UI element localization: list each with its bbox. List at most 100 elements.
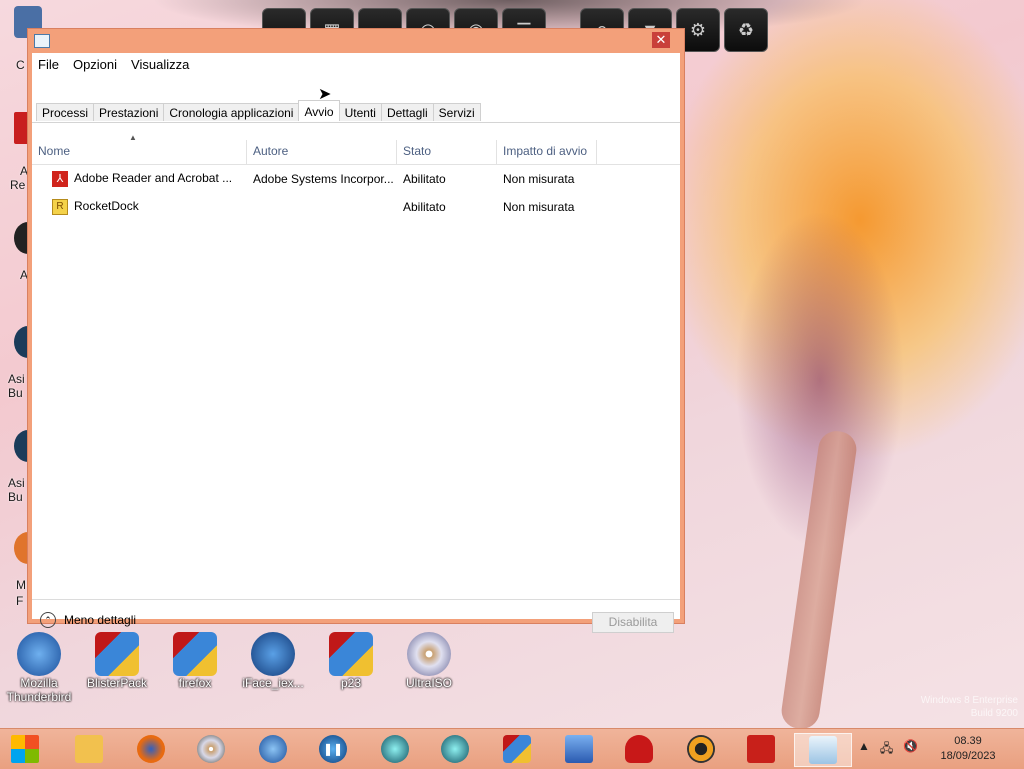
task-manager-content: File Opzioni Visualizza Processi Prestaz… bbox=[32, 53, 680, 633]
mouse-cursor-icon: ➤ bbox=[318, 86, 332, 103]
tab-users[interactable]: Utenti bbox=[338, 103, 382, 121]
task-manager-window: ✕ File Opzioni Visualizza Processi Prest… bbox=[27, 28, 685, 633]
adobe-icon: ⅄ bbox=[52, 171, 68, 187]
desktop-label-partial: Asi bbox=[8, 372, 25, 386]
desktop-icon-label: iFace_iex... bbox=[242, 676, 304, 690]
row-name: RocketDock bbox=[74, 199, 139, 214]
menu-view[interactable]: Visualizza bbox=[131, 57, 189, 72]
globe-icon bbox=[381, 735, 409, 763]
desktop-icon-iface[interactable]: iFace_iex... bbox=[238, 632, 308, 690]
row-name: Adobe Reader and Acrobat ... bbox=[74, 171, 233, 186]
globe-icon bbox=[251, 632, 295, 676]
triangle-app-icon bbox=[687, 735, 715, 763]
column-impact[interactable]: Impatto di avvio bbox=[497, 140, 597, 164]
windows-stack-icon bbox=[565, 735, 593, 763]
volume-muted-icon[interactable]: 🔇 bbox=[903, 739, 918, 760]
watermark-line: Build 9200 bbox=[970, 708, 1018, 719]
close-button[interactable]: ✕ bbox=[652, 32, 670, 48]
taskbar-thunderbird[interactable] bbox=[256, 733, 290, 765]
taskbar-blisterpack[interactable] bbox=[500, 733, 534, 765]
tab-performance[interactable]: Prestazioni bbox=[93, 103, 165, 121]
menu-file[interactable]: File bbox=[38, 57, 59, 72]
table-row[interactable]: R RocketDock Abilitato Non misurata bbox=[32, 194, 680, 220]
globe-icon bbox=[441, 735, 469, 763]
desktop-icon-firefox[interactable]: firefox bbox=[160, 632, 230, 690]
taskbar-dvd[interactable] bbox=[194, 733, 228, 765]
firefox-icon bbox=[137, 735, 165, 763]
desktop-icon-p23[interactable]: p23 bbox=[316, 632, 386, 690]
desktop-icon-label: BlisterPack bbox=[86, 676, 148, 690]
column-author[interactable]: Autore bbox=[247, 140, 397, 164]
chevron-up-icon: ⌃ bbox=[40, 612, 56, 628]
windows-logo-icon bbox=[11, 735, 39, 763]
tab-app-history[interactable]: Cronologia applicazioni bbox=[163, 103, 300, 121]
folder-icon bbox=[75, 735, 103, 763]
taskbar-explorer[interactable] bbox=[72, 733, 106, 765]
desktop-label-partial: Asi bbox=[8, 476, 25, 490]
system-tray: ▲ 🖧 🔇 bbox=[858, 739, 918, 760]
row-status: Abilitato bbox=[403, 200, 446, 214]
desktop-label-partial: F bbox=[16, 594, 24, 608]
tab-processes[interactable]: Processi bbox=[36, 103, 95, 121]
clock-date: 18/09/2023 bbox=[940, 750, 996, 762]
desktop-label-partial: Bu bbox=[8, 490, 23, 504]
desktop-icon-label: Mozilla Thunderbird bbox=[6, 676, 72, 704]
tab-divider bbox=[32, 122, 680, 123]
task-manager-icon bbox=[809, 736, 837, 764]
sort-ascending-icon: ▲ bbox=[129, 133, 137, 142]
desktop-label-partial: Re bbox=[10, 178, 26, 192]
network-icon[interactable]: 🖧 bbox=[880, 739, 893, 760]
less-details-button[interactable]: ⌃ Meno dettagli bbox=[40, 612, 136, 628]
taskbar-task-manager[interactable] bbox=[794, 733, 852, 767]
desktop-icon-thunderbird[interactable]: Mozilla Thunderbird bbox=[4, 632, 74, 704]
title-bar[interactable]: ✕ bbox=[28, 29, 684, 55]
row-impact: Non misurata bbox=[503, 200, 575, 214]
tab-services[interactable]: Servizi bbox=[432, 103, 481, 121]
tab-strip: Processi Prestazioni Cronologia applicaz… bbox=[36, 100, 481, 123]
rocketdock-icon: R bbox=[52, 199, 68, 215]
row-author: Adobe Systems Incorpor... bbox=[253, 172, 394, 186]
thunderbird-icon bbox=[17, 632, 61, 676]
clock-time: 08.39 bbox=[954, 735, 982, 747]
disable-button[interactable]: Disabilita bbox=[592, 612, 674, 633]
show-hidden-icons-icon[interactable]: ▲ bbox=[858, 739, 870, 760]
desktop-icon-blisterpack[interactable]: BlisterPack bbox=[82, 632, 152, 690]
taskbar-firefox[interactable] bbox=[134, 733, 168, 765]
menu-options[interactable]: Opzioni bbox=[73, 57, 117, 72]
column-header-row: ▲ Nome Autore Stato Impatto di avvio bbox=[32, 133, 680, 165]
desktop-label-partial: Bu bbox=[8, 386, 23, 400]
dock-recycle-icon[interactable]: ♻ bbox=[724, 8, 768, 52]
redhat-icon bbox=[625, 735, 653, 763]
start-button[interactable] bbox=[8, 733, 42, 765]
taskbar-windows-app[interactable] bbox=[562, 733, 596, 765]
taskbar-vlc-app[interactable] bbox=[684, 733, 718, 765]
blisterpack-icon bbox=[95, 632, 139, 676]
taskbar-redhat[interactable] bbox=[622, 733, 656, 765]
table-row[interactable]: ⅄ Adobe Reader and Acrobat ... Adobe Syst… bbox=[32, 166, 680, 192]
disc-icon bbox=[407, 632, 451, 676]
p23-icon bbox=[329, 632, 373, 676]
taskbar: ❚❚ ▲ 🖧 🔇 08.39 18/09/2023 bbox=[0, 728, 1024, 769]
taskbar-clock[interactable]: 08.39 18/09/2023 bbox=[932, 734, 1004, 764]
less-details-label: Meno dettagli bbox=[64, 613, 137, 627]
thunderbird-icon bbox=[259, 735, 287, 763]
taskbar-adobe-reader[interactable] bbox=[744, 733, 778, 765]
tab-details[interactable]: Dettagli bbox=[380, 103, 434, 121]
desktop-label-partial: C bbox=[16, 58, 25, 72]
taskbar-globe-app-2[interactable] bbox=[438, 733, 472, 765]
row-status: Abilitato bbox=[403, 172, 446, 186]
firefox-shortcut-icon bbox=[173, 632, 217, 676]
adobe-reader-icon bbox=[747, 735, 775, 763]
taskbar-globe-app[interactable] bbox=[378, 733, 412, 765]
column-status[interactable]: Stato bbox=[397, 140, 497, 164]
desktop-icon-label: firefox bbox=[178, 676, 212, 690]
desktop-icon-ultraiso[interactable]: UltraISO bbox=[394, 632, 464, 690]
dvd-icon bbox=[197, 735, 225, 763]
os-watermark: Windows 8 Enterprise Build 9200 bbox=[900, 694, 1018, 720]
desktop-label-partial: M bbox=[16, 578, 26, 592]
taskbar-pause-app[interactable]: ❚❚ bbox=[316, 733, 350, 765]
watermark-line: Windows 8 Enterprise bbox=[920, 695, 1018, 706]
desktop-icon-label: UltraISO bbox=[405, 676, 452, 690]
column-name[interactable]: ▲ Nome bbox=[32, 133, 247, 164]
menu-bar: File Opzioni Visualizza bbox=[32, 53, 680, 75]
